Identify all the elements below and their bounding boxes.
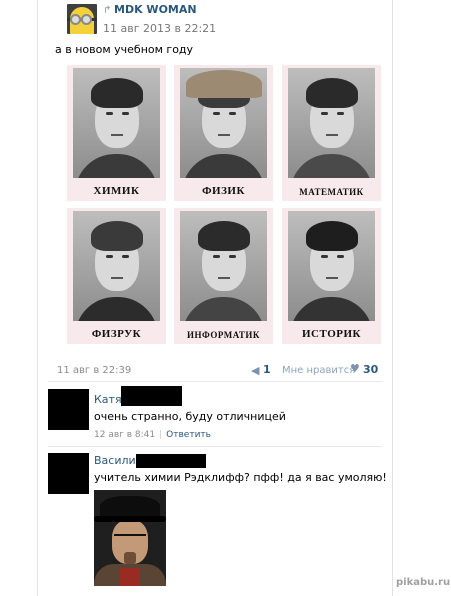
commenter-avatar[interactable]: [48, 453, 89, 494]
collage-label: ХИМИК: [93, 185, 140, 197]
collage-label: ИСТОРИК: [302, 328, 361, 340]
redaction-bar: [121, 386, 182, 406]
commenter-avatar[interactable]: [48, 389, 89, 430]
collage-cell: ФИЗРУК: [67, 208, 166, 344]
right-border: [392, 0, 393, 596]
collage-cell: ФИЗИК: [174, 65, 273, 201]
like-count[interactable]: 30: [363, 363, 378, 376]
divider: [48, 381, 382, 382]
heart-icon[interactable]: ♥: [350, 362, 360, 375]
collage-cell: ИСТОРИК: [282, 208, 381, 344]
commenter-name[interactable]: Катя: [94, 393, 122, 406]
comment-meta: 12 авг в 8:41 | Ответить: [94, 430, 211, 440]
collage-label: ИНФОРМАТИК: [187, 330, 260, 340]
community-avatar[interactable]: [67, 4, 97, 34]
portrait-photo: [180, 68, 267, 178]
reply-link[interactable]: Ответить: [166, 430, 211, 440]
watermark: pikabu.ru: [396, 577, 451, 588]
portrait-photo: [73, 68, 160, 178]
collage-cell: МАТЕМАТИК: [282, 65, 381, 201]
portrait-photo: [288, 211, 375, 321]
comment-attached-image[interactable]: [94, 490, 166, 586]
post-author-link[interactable]: MDK WOMAN: [114, 3, 197, 16]
collage-label: ФИЗИК: [202, 185, 245, 197]
collage-label: ФИЗРУК: [91, 328, 142, 340]
portrait-photo: [288, 68, 375, 178]
portrait-photo: [73, 211, 160, 321]
post-image-collage[interactable]: ХИМИК ФИЗИК МАТЕМАТИК ФИЗРУК ИНФОРМАТИК: [67, 65, 381, 347]
collage-cell: ИНФОРМАТИК: [174, 208, 273, 344]
collage-cell: ХИМИК: [67, 65, 166, 201]
repost-arrow-icon: ↱: [103, 5, 112, 16]
comment-text: учитель химии Рэдклифф? пфф! да я вас ум…: [94, 471, 387, 484]
comment-text: очень странно, буду отличницей: [94, 410, 286, 423]
post-footer-date[interactable]: 11 авг в 22:39: [57, 365, 131, 376]
share-count[interactable]: 1: [263, 363, 271, 376]
megaphone-icon[interactable]: ◀: [251, 364, 259, 377]
redaction-bar: [136, 454, 206, 468]
divider: [48, 446, 382, 447]
comment-date[interactable]: 12 авг в 8:41: [94, 430, 155, 440]
collage-label: МАТЕМАТИК: [299, 187, 364, 197]
portrait-photo: [180, 211, 267, 321]
post-text: а в новом учебном году: [55, 43, 194, 56]
post-date[interactable]: 11 авг 2013 в 22:21: [103, 22, 216, 35]
like-button-label[interactable]: Мне нравится: [282, 365, 355, 376]
left-border: [37, 0, 38, 596]
